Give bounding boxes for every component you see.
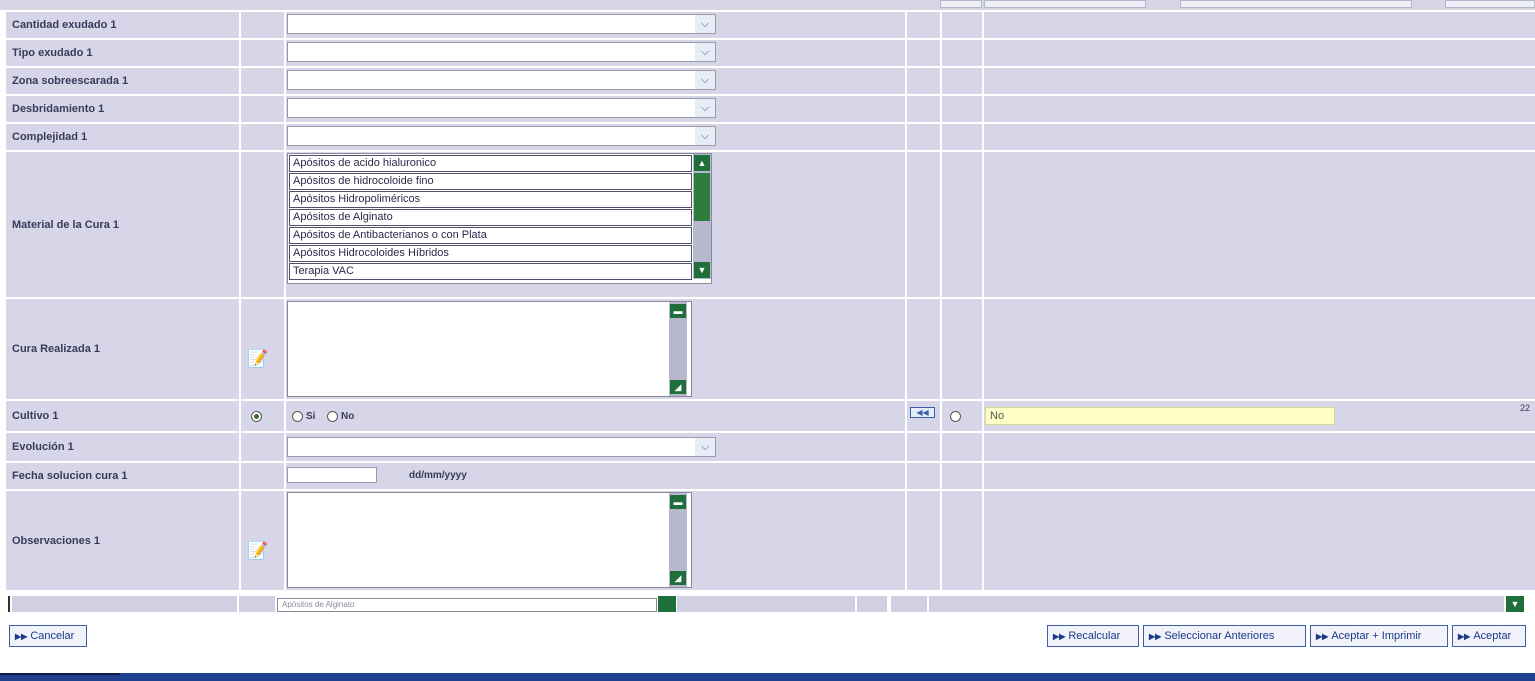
- cultivo-si-radio[interactable]: [292, 411, 303, 422]
- wound-care-form: Cantidad exudado 1 ⌵ Tipo exudado 1 ⌵ Zo…: [0, 0, 1535, 596]
- copy-previous-button[interactable]: ◀◀: [910, 407, 935, 418]
- evolucion-label: Evolución 1: [12, 441, 74, 453]
- observaciones-label: Observaciones 1: [12, 534, 101, 547]
- double-arrow-icon: ▶▶: [1316, 632, 1329, 641]
- row-zona-sobreescarada: Zona sobreescarada 1 ⌵: [0, 68, 1535, 94]
- cancel-button[interactable]: ▶▶ Cancelar: [9, 625, 87, 647]
- textarea-scrollbar[interactable]: ▬ ◢: [669, 493, 687, 587]
- accept-button[interactable]: ▶▶ Aceptar: [1452, 625, 1526, 647]
- fecha-solucion-input[interactable]: [287, 467, 377, 483]
- cantidad-exudado-select[interactable]: ⌵: [287, 14, 716, 34]
- complejidad-label: Complejidad 1: [12, 131, 88, 143]
- cultivo-no-radio[interactable]: [327, 411, 338, 422]
- partial-dropdown-icon: ▼: [1506, 596, 1524, 612]
- partial-overlay-row: Apósitos de Alginato ▼: [0, 596, 1535, 612]
- accept-print-button-label: Aceptar + Imprimir: [1331, 630, 1422, 642]
- cancel-button-label: Cancelar: [30, 630, 75, 642]
- complejidad-select[interactable]: ⌵: [287, 126, 716, 146]
- scroll-down-icon[interactable]: ▼: [694, 262, 710, 278]
- row-fecha-solucion: Fecha solucion cura 1 dd/mm/yyyy: [0, 463, 1535, 489]
- select-previous-button[interactable]: ▶▶ Seleccionar Anteriores: [1143, 625, 1306, 647]
- desbridamiento-label: Desbridamiento 1: [12, 103, 105, 115]
- scroll-up-icon[interactable]: ▲: [694, 155, 710, 171]
- scroll-up-icon[interactable]: ▬: [670, 495, 686, 509]
- list-item[interactable]: Apósitos Hidropoliméricos: [289, 191, 692, 208]
- tipo-exudado-select[interactable]: ⌵: [287, 42, 716, 62]
- cultivo-previous-radio[interactable]: [950, 411, 961, 422]
- chevron-down-icon[interactable]: ⌵: [695, 438, 715, 456]
- select-previous-button-label: Seleccionar Anteriores: [1164, 630, 1275, 642]
- evolucion-select[interactable]: ⌵: [287, 437, 716, 457]
- partial-list-item: Apósitos de Alginato: [277, 598, 657, 612]
- cultivo-previous-value: No: [985, 407, 1335, 425]
- cura-realizada-textarea[interactable]: ▬ ◢: [287, 301, 692, 397]
- double-arrow-icon: ▶▶: [1053, 632, 1066, 641]
- list-item[interactable]: Apósitos Hidrocoloides Híbridos: [289, 245, 692, 262]
- zona-sobreescarada-label: Zona sobreescarada 1: [12, 75, 129, 87]
- desbridamiento-select[interactable]: ⌵: [287, 98, 716, 118]
- bottom-bar: [0, 673, 1535, 681]
- cultivo-edge-value: 22: [1520, 403, 1531, 413]
- row-desbridamiento: Desbridamiento 1 ⌵: [0, 96, 1535, 122]
- list-item[interactable]: Apósitos de Alginato: [289, 209, 692, 226]
- top-strip: [0, 0, 1535, 10]
- list-item[interactable]: Apósitos de acido hialuronico: [289, 155, 692, 172]
- accept-print-button[interactable]: ▶▶ Aceptar + Imprimir: [1310, 625, 1448, 647]
- notes-icon[interactable]: 📝: [247, 349, 268, 369]
- list-item[interactable]: Apósitos de hidrocoloide fino: [289, 173, 692, 190]
- listbox-scrollbar[interactable]: ▲ ▼: [693, 154, 711, 279]
- material-cura-label: Material de la Cura 1: [12, 218, 119, 231]
- double-arrow-icon: ▶▶: [1458, 632, 1471, 641]
- chevron-down-icon[interactable]: ⌵: [695, 71, 715, 89]
- textarea-scrollbar[interactable]: ▬ ◢: [669, 302, 687, 396]
- cultivo-select-radio[interactable]: [251, 411, 262, 422]
- observaciones-textarea[interactable]: ▬ ◢: [287, 492, 692, 588]
- recalculate-button-label: Recalcular: [1068, 630, 1121, 642]
- double-arrow-icon: ▶▶: [15, 632, 28, 641]
- row-complejidad: Complejidad 1 ⌵: [0, 124, 1535, 150]
- accept-button-label: Aceptar: [1473, 630, 1512, 642]
- scroll-down-icon[interactable]: ◢: [670, 380, 686, 394]
- row-cantidad-exudado: Cantidad exudado 1 ⌵: [0, 12, 1535, 38]
- list-item[interactable]: Apósitos de Antibacterianos o con Plata: [289, 227, 692, 244]
- row-evolucion: Evolución 1 ⌵: [0, 433, 1535, 461]
- list-item[interactable]: Terapia VAC: [289, 263, 692, 280]
- row-material-cura: Material de la Cura 1 Apósitos de acido …: [0, 152, 1535, 297]
- notes-icon[interactable]: 📝: [247, 541, 268, 561]
- tipo-exudado-label: Tipo exudado 1: [12, 47, 93, 59]
- footer: Apósitos de Alginato ▼ ▶▶ Cancelar ▶▶ Reca…: [0, 596, 1535, 681]
- cultivo-label: Cultivo 1: [12, 410, 59, 422]
- row-tipo-exudado: Tipo exudado 1 ⌵: [0, 40, 1535, 66]
- scroll-down-icon[interactable]: ◢: [670, 571, 686, 585]
- chevron-down-icon[interactable]: ⌵: [695, 127, 715, 145]
- row-cura-realizada: Cura Realizada 1 📝 ▬ ◢: [0, 299, 1535, 399]
- double-arrow-icon: ▶▶: [1149, 632, 1162, 641]
- cantidad-exudado-label: Cantidad exudado 1: [12, 19, 117, 31]
- date-format-hint: dd/mm/yyyy: [409, 470, 467, 481]
- zona-sobreescarada-select[interactable]: ⌵: [287, 70, 716, 90]
- cura-realizada-label: Cura Realizada 1: [12, 343, 101, 355]
- row-observaciones: Observaciones 1 📝 ▬ ◢: [0, 491, 1535, 590]
- partial-divider: [8, 596, 10, 612]
- chevron-down-icon[interactable]: ⌵: [695, 99, 715, 117]
- fecha-solucion-label: Fecha solucion cura 1: [12, 470, 128, 482]
- scrollbar-thumb[interactable]: [694, 173, 710, 221]
- recalculate-button[interactable]: ▶▶ Recalcular: [1047, 625, 1139, 647]
- partial-scrollbar: [658, 596, 676, 612]
- row-cultivo: Cultivo 1 Si No ◀◀ No 22: [0, 401, 1535, 431]
- cultivo-si-label: Si: [306, 411, 316, 422]
- material-cura-listbox[interactable]: Apósitos de acido hialuronico Apósitos d…: [287, 153, 712, 284]
- cultivo-no-label: No: [341, 411, 355, 422]
- chevron-down-icon[interactable]: ⌵: [695, 43, 715, 61]
- scroll-up-icon[interactable]: ▬: [670, 304, 686, 318]
- chevron-down-icon[interactable]: ⌵: [695, 15, 715, 33]
